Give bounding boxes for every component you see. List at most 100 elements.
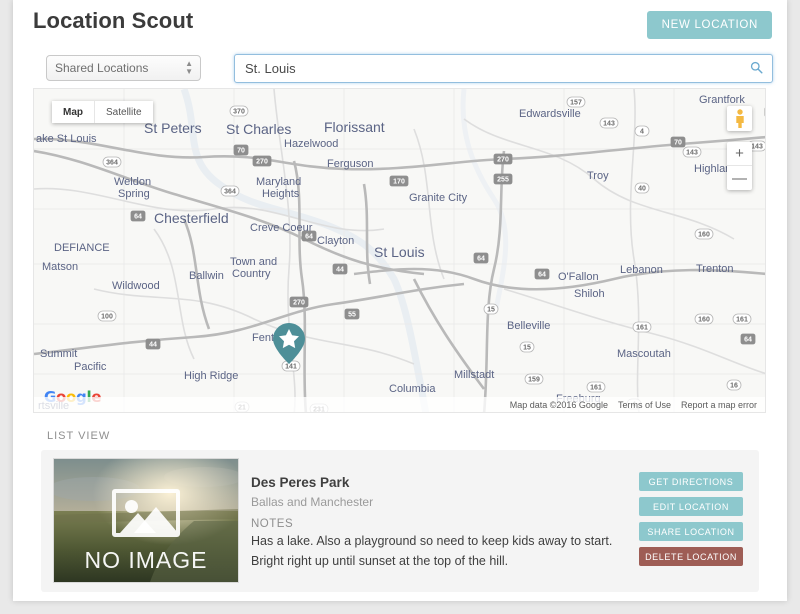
share-location-button[interactable]: SHARE LOCATION	[639, 522, 743, 541]
map-type-map[interactable]: Map	[52, 101, 94, 123]
map-place-label: Town and	[230, 256, 277, 268]
map-place-label: Lebanon	[620, 264, 663, 276]
app-window: Location Scout NEW LOCATION Shared Locat…	[13, 0, 787, 601]
map-place-label: Edwardsville	[519, 108, 581, 120]
highway-shield: 44	[145, 338, 161, 350]
svg-text:44: 44	[149, 342, 157, 349]
svg-text:15: 15	[523, 345, 531, 352]
map-place-label: Troy	[587, 170, 609, 182]
list-view-heading: LIST VIEW	[47, 430, 111, 442]
svg-text:364: 364	[106, 160, 118, 167]
svg-text:64: 64	[744, 337, 752, 344]
svg-text:370: 370	[233, 109, 245, 116]
page-title: Location Scout	[33, 8, 194, 33]
map-type-control[interactable]: Map Satellite	[52, 101, 153, 123]
map-place-label: Mascoutah	[617, 348, 671, 360]
highway-shield: 160	[694, 313, 714, 325]
note-line: Has a lake. Also a playground so need to…	[251, 534, 613, 548]
map-labels: St Peters St Charles Florissant Edwardsvill…	[36, 94, 765, 412]
map-place-label: Columbia	[389, 383, 436, 395]
highway-shield: 44	[332, 263, 348, 275]
highway-shield: 16	[726, 379, 742, 391]
highway-shield: 270	[493, 153, 513, 165]
svg-text:143: 143	[603, 121, 615, 128]
highway-shield: 270	[289, 296, 309, 308]
map-zoom-control[interactable]: + —	[727, 142, 752, 190]
svg-text:159: 159	[528, 377, 540, 384]
get-directions-button[interactable]: GET DIRECTIONS	[639, 472, 743, 491]
map-type-satellite[interactable]: Satellite	[94, 101, 153, 123]
delete-location-button[interactable]: DELETE LOCATION	[639, 547, 743, 566]
new-location-button[interactable]: NEW LOCATION	[646, 11, 772, 39]
map-canvas[interactable]: St Peters St Charles Florissant Edwardsvill…	[33, 88, 766, 413]
search-input[interactable]	[235, 55, 735, 82]
highway-shield: 255	[493, 173, 513, 185]
location-scope-select[interactable]: Shared Locations ▲ ▼	[46, 55, 201, 81]
map-place-label: Summit	[40, 348, 77, 360]
highway-shield: 64	[534, 268, 550, 280]
edit-location-button[interactable]: EDIT LOCATION	[639, 497, 743, 516]
search-field-wrapper[interactable]	[234, 54, 773, 83]
highway-shield: 70	[764, 107, 765, 117]
highway-shield: 40	[634, 182, 650, 194]
search-icon[interactable]	[750, 61, 763, 79]
note-line: Bright right up until sunset at the top …	[251, 553, 509, 568]
highway-shield: 64	[301, 230, 317, 242]
highway-shield: 157	[566, 96, 586, 108]
highway-shield: 161	[586, 381, 606, 393]
map-place-label: Weldon	[114, 176, 151, 188]
list-item: NO IMAGE Des Peres Park Ballas and Manch…	[41, 450, 759, 592]
zoom-out-button[interactable]: —	[727, 166, 752, 190]
highway-shield: 159	[524, 373, 544, 385]
svg-text:70: 70	[237, 148, 245, 155]
highway-shield: 100	[97, 310, 117, 322]
svg-text:16: 16	[730, 383, 738, 390]
svg-text:143: 143	[751, 144, 763, 151]
location-thumbnail[interactable]: NO IMAGE	[53, 458, 239, 583]
highway-shield: 55	[344, 308, 360, 320]
report-map-error-link[interactable]: Report a map error	[681, 400, 757, 410]
map-place-label: High Ridge	[184, 370, 238, 382]
highway-shield: 64	[130, 210, 146, 222]
highway-shield: 64	[473, 252, 489, 264]
thumbnail-placeholder-label: NO IMAGE	[84, 547, 208, 573]
map-place-label: St Peters	[144, 120, 202, 136]
svg-text:170: 170	[393, 179, 405, 186]
select-arrows-icon: ▲ ▼	[185, 59, 193, 76]
map-place-label: Shiloh	[574, 288, 605, 300]
highway-shield: 143	[682, 146, 702, 158]
highway-shield: 15	[519, 341, 535, 353]
map-place-label: Country	[232, 268, 271, 280]
svg-text:270: 270	[256, 159, 268, 166]
svg-text:255: 255	[497, 177, 509, 184]
map-place-label: Florissant	[324, 119, 385, 135]
map-place-label: DEFIANCE	[54, 242, 110, 254]
svg-text:64: 64	[538, 272, 546, 279]
notes-label: NOTES	[251, 518, 294, 530]
map-place-label: Chesterfield	[154, 210, 229, 226]
svg-text:44: 44	[336, 267, 344, 274]
location-scope-value: Shared Locations	[55, 61, 149, 75]
map-place-label: Belleville	[507, 320, 550, 332]
map-place-label: St Charles	[226, 121, 291, 137]
svg-text:270: 270	[497, 157, 509, 164]
map-place-label: Pacific	[74, 361, 107, 373]
map-place-label: ake St Louis	[36, 133, 97, 145]
zoom-in-button[interactable]: +	[727, 142, 752, 166]
terms-of-use-link[interactable]: Terms of Use	[618, 400, 671, 410]
image-placeholder-icon	[112, 489, 180, 537]
map-attribution-bar: Map data ©2016 Google Terms of Use Repor…	[34, 397, 765, 412]
street-view-pegman-icon[interactable]	[727, 106, 752, 131]
svg-text:157: 157	[570, 100, 582, 107]
highway-shield: 160	[694, 228, 714, 240]
star-map-pin-icon[interactable]	[272, 322, 306, 366]
svg-text:270: 270	[293, 300, 305, 307]
map-place-label: Clayton	[317, 235, 354, 247]
highway-shield: 170	[389, 175, 409, 187]
location-address: Ballas and Manchester	[251, 495, 374, 509]
highway-shield: 64	[740, 333, 756, 345]
highway-shield: 70	[233, 144, 249, 156]
svg-text:40: 40	[638, 186, 646, 193]
map-place-label: Granite City	[409, 192, 468, 204]
svg-text:64: 64	[477, 256, 485, 263]
